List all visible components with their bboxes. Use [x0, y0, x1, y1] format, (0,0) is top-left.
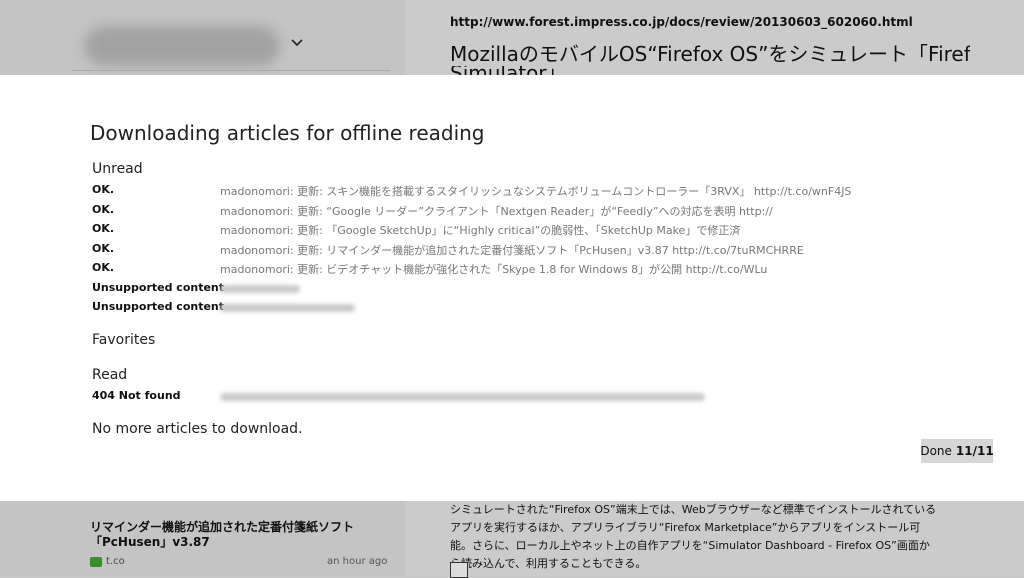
account-name-blurred [84, 26, 280, 66]
dialog-title: Downloading articles for offline reading [90, 121, 485, 145]
article-url[interactable]: http://www.forest.impress.co.jp/docs/rev… [450, 15, 913, 29]
section-unread: Unread [92, 161, 143, 177]
chevron-down-icon[interactable] [290, 36, 304, 50]
list-item-title[interactable]: リマインダー機能が追加された定番付箋紙ソフト「PcHusen」v3.87 [90, 520, 390, 550]
done-button-label: Done [920, 444, 952, 458]
row-message: madonomori: 更新: ビデオチャット機能が強化された「Skype 1.… [220, 263, 768, 276]
row-message: madonomori: 更新: スキン機能を搭載するスタイリッシュなシステムボリ… [220, 185, 852, 198]
row-message: madonomori: 更新: “Google リーダー”クライアント「Next… [220, 205, 773, 218]
row-status: OK. [92, 222, 115, 235]
row-message-blurred [220, 285, 300, 293]
article-title-continued: Simulator」 [450, 66, 567, 75]
row-status: OK. [92, 203, 115, 216]
article-body: シミュレートされた“Firefox OS”端末上では、Webブラウザーなど標準で… [450, 503, 937, 570]
list-item-time: an hour ago [327, 556, 388, 567]
row-message: madonomori: 更新: リマインダー機能が追加された定番付箋紙ソフト「P… [220, 244, 804, 257]
account-divider [72, 70, 390, 71]
row-status: Unsupported content [92, 281, 225, 294]
section-read: Read [92, 367, 128, 383]
row-status: 404 Not found [92, 389, 181, 402]
row-status: OK. [92, 183, 115, 196]
done-button-count: 11/11 [955, 444, 994, 458]
no-more-articles-message: No more articles to download. [92, 421, 303, 437]
done-button[interactable]: Done 11/11 [920, 439, 994, 463]
account-switcher[interactable] [84, 26, 284, 66]
row-status: OK. [92, 242, 115, 255]
row-status: Unsupported content [92, 300, 225, 313]
row-message-blurred [220, 393, 705, 401]
article-title: MozillaのモバイルOS“Firefox OS”をシミュレート「Firefo… [450, 42, 970, 66]
row-message: madonomori: 更新: 「Google SketchUp」に“Highl… [220, 224, 741, 237]
list-item-source: t.co [90, 556, 125, 567]
row-message-blurred [220, 304, 355, 312]
section-favorites: Favorites [92, 332, 156, 348]
row-status: OK. [92, 261, 115, 274]
source-favicon-icon [90, 556, 102, 567]
list-item-source-label: t.co [106, 556, 125, 567]
offline-download-dialog: Downloading articles for offline reading… [0, 75, 1024, 501]
